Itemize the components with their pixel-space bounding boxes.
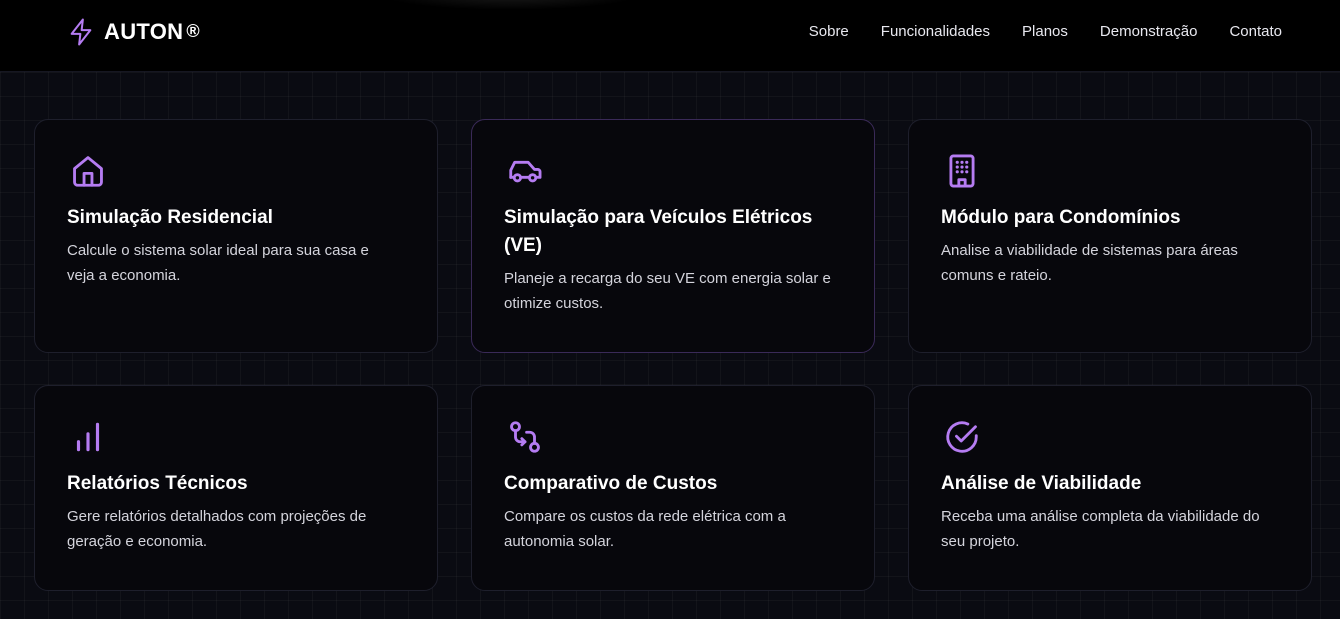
git-compare-icon <box>510 421 540 453</box>
house-icon <box>73 156 103 187</box>
feature-description: Gere relatórios detalhados com projeções… <box>67 508 367 550</box>
feature-card-relatorios[interactable]: Relatórios Técnicos Gere relatórios deta… <box>34 385 438 591</box>
car-icon <box>509 160 542 183</box>
check-circle-icon <box>946 421 978 453</box>
feature-card-condominios[interactable]: Módulo para Condomínios Analise a viabil… <box>908 119 1312 353</box>
feature-description: Planeje a recarga do seu VE com energia … <box>504 270 831 312</box>
lightning-bolt-icon <box>70 18 92 46</box>
nav-link-sobre[interactable]: Sobre <box>809 22 849 42</box>
feature-card-viabilidade[interactable]: Análise de Viabilidade Receba uma anális… <box>908 385 1312 591</box>
brand-registered-mark: ® <box>186 20 200 41</box>
feature-title: Análise de Viabilidade <box>941 473 1142 494</box>
feature-description: Calcule o sistema solar ideal para sua c… <box>67 242 369 284</box>
feature-description: Compare os custos da rede elétrica com a… <box>504 508 786 550</box>
nav-link-contato[interactable]: Contato <box>1229 22 1282 42</box>
feature-description: Receba uma análise completa da viabilida… <box>941 508 1260 550</box>
feature-card-ve[interactable]: Simulação para Veículos Elétricos (VE) P… <box>471 119 875 353</box>
nav-link-planos[interactable]: Planos <box>1022 22 1068 42</box>
bar-chart-icon <box>76 422 100 452</box>
brand-logo-link[interactable]: AUTON ® <box>66 15 200 49</box>
feature-description: Analise a viabilidade de sistemas para á… <box>941 242 1238 284</box>
brand-name: AUTON <box>104 19 184 44</box>
page: AUTON ® Sobre Funcionalidades Planos Dem… <box>0 0 1340 619</box>
feature-card-residencial[interactable]: Simulação Residencial Calcule o sistema … <box>34 119 438 353</box>
navbar: AUTON ® Sobre Funcionalidades Planos Dem… <box>0 0 1340 72</box>
nav-link-demonstracao[interactable]: Demonstração <box>1100 22 1198 42</box>
building-icon <box>949 154 975 188</box>
nav-link-funcionalidades[interactable]: Funcionalidades <box>881 22 990 42</box>
feature-title: Simulação Residencial <box>67 207 273 228</box>
feature-title: Módulo para Condomínios <box>941 207 1181 228</box>
feature-card-comparativo[interactable]: Comparativo de Custos Compare os custos … <box>471 385 875 591</box>
feature-title: Relatórios Técnicos <box>67 473 248 494</box>
feature-title: Comparativo de Custos <box>504 473 718 494</box>
feature-title: Simulação para Veículos Elétricos (VE) <box>504 207 813 256</box>
nav-glow <box>380 0 640 10</box>
nav-links: Sobre Funcionalidades Planos Demonstraçã… <box>777 22 1282 42</box>
